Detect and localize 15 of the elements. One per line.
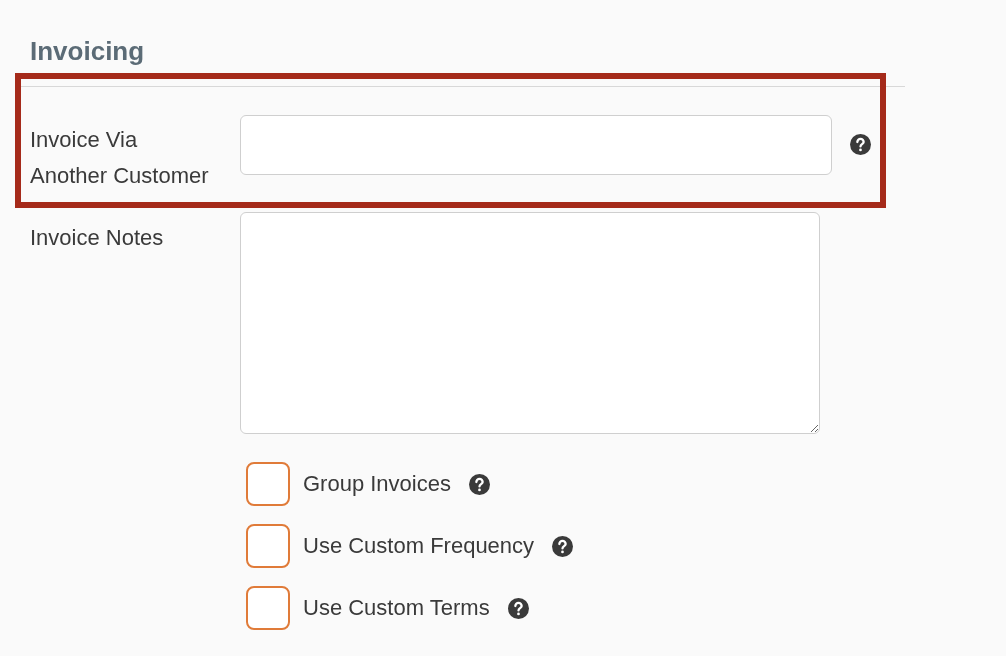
help-icon[interactable] — [850, 134, 871, 155]
checkbox[interactable] — [246, 524, 290, 568]
section-title: Invoicing — [30, 36, 145, 66]
checkbox[interactable] — [246, 586, 290, 630]
checkbox-label: Use Custom Frequency — [303, 532, 535, 560]
help-icon[interactable] — [552, 535, 574, 557]
notes-field[interactable] — [240, 212, 820, 434]
help-icon[interactable] — [468, 473, 490, 495]
input-field[interactable] — [240, 115, 832, 175]
checkbox-label: Group Invoices — [303, 470, 451, 498]
help-icon[interactable] — [507, 597, 529, 619]
checkbox-label: Use Custom Terms — [303, 594, 490, 622]
field-label: Invoice Notes — [30, 224, 165, 252]
field-label: Invoice Via Another Customer — [30, 126, 210, 190]
checkbox[interactable] — [246, 462, 290, 506]
